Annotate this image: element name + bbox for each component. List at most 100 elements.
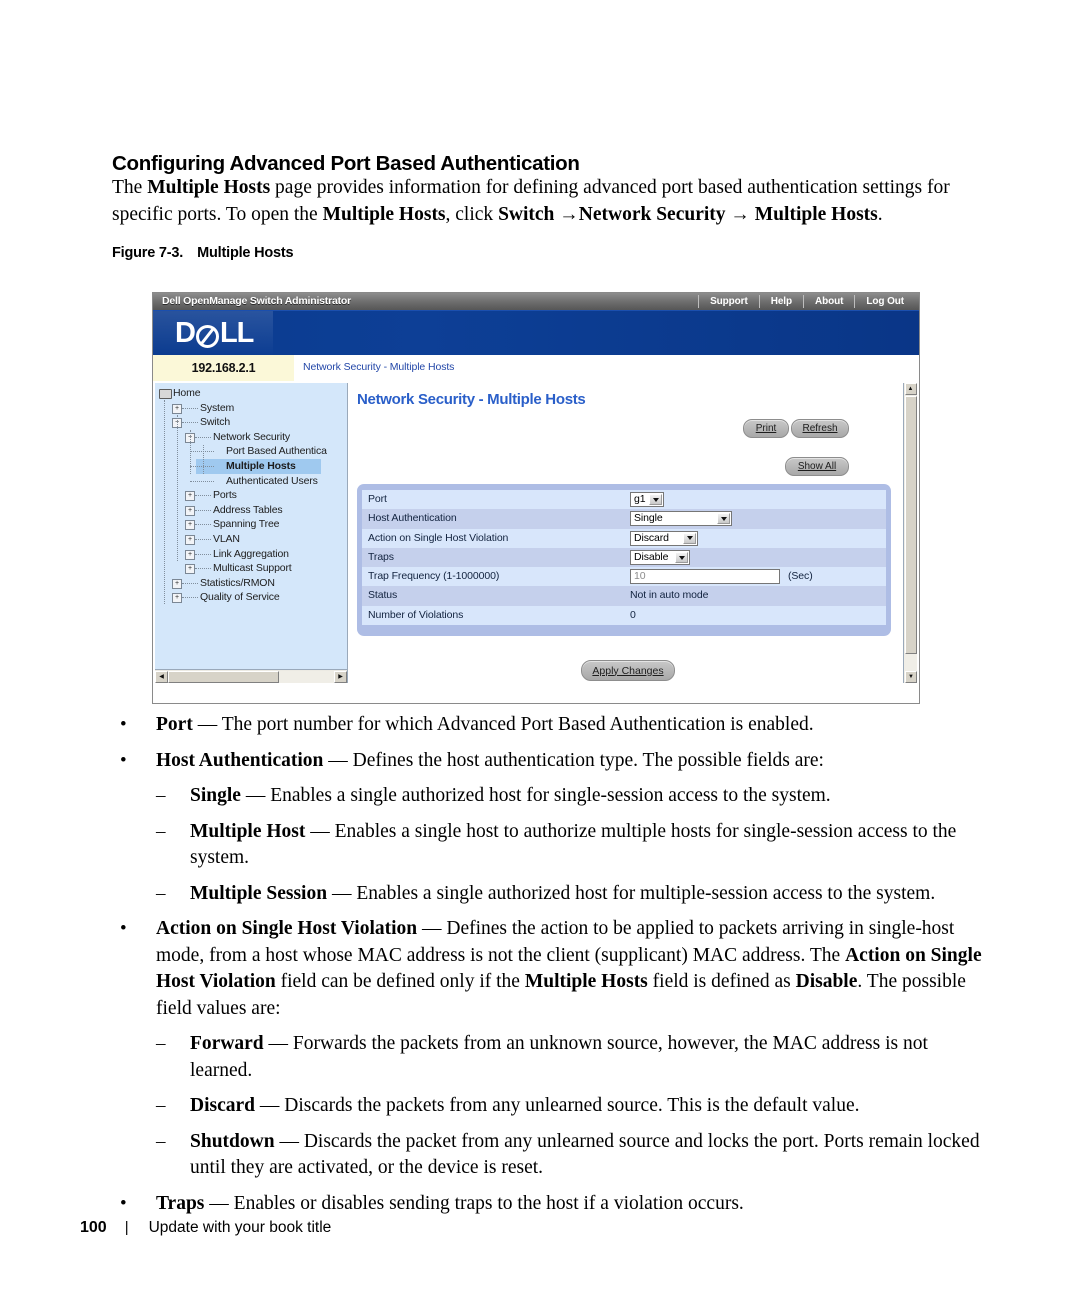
tree-connector-vertical [190, 430, 192, 474]
print-button[interactable]: Print [743, 419, 789, 438]
content-vertical-scrollbar[interactable]: ▲ ▼ [903, 383, 917, 683]
form-row-label: Trap Frequency (1-1000000) [368, 570, 500, 583]
bullet-marker: • [120, 1192, 127, 1214]
form-row: Status Not in auto mode [362, 586, 886, 606]
show-all-button[interactable]: Show All [785, 457, 849, 476]
tree-connector-vertical [164, 400, 166, 604]
select-action-on-single-host-violation[interactable]: Discard [630, 530, 698, 546]
dell-logo-d: D [175, 317, 196, 349]
tree-item-home[interactable]: Home [155, 386, 347, 401]
tree-item-authenticated-users[interactable]: Authenticated Users [155, 474, 347, 489]
expand-plus-icon[interactable]: + [185, 520, 195, 531]
bullet-marker: • [120, 714, 127, 735]
tree-item-vlan[interactable]: + VLAN [155, 532, 347, 547]
link-about[interactable]: About [802, 295, 854, 308]
expand-plus-icon[interactable]: + [172, 578, 182, 589]
page-footer: 100 | Update with your book title [80, 1219, 331, 1237]
select-traps[interactable]: Disable [630, 550, 690, 566]
bullet-text: Shutdown — Discards the packet from any … [190, 1130, 980, 1179]
form-row-label: Port [368, 493, 387, 505]
tree-item-label: Home [173, 387, 201, 399]
bullet-text: Traps — Enables or disables sending trap… [156, 1192, 744, 1214]
tree-item-label: System [200, 401, 235, 414]
tree-item-port-based-authentica[interactable]: Port Based Authentica [155, 444, 347, 459]
chevron-down-icon[interactable] [717, 513, 730, 525]
link-support[interactable]: Support [698, 295, 759, 308]
tree-item-multiple-hosts[interactable]: Multiple Hosts [155, 458, 347, 474]
tree-connector [195, 509, 211, 512]
page-title: Configuring Advanced Port Based Authenti… [112, 151, 580, 175]
expand-plus-icon[interactable]: + [185, 534, 195, 545]
sub-bullet-item: – Multiple Session — Enables a single aut… [112, 881, 982, 908]
expand-plus-icon[interactable]: + [185, 491, 195, 502]
select-value: Disable [634, 550, 669, 563]
tree-item-statistics-rmon[interactable]: + Statistics/RMON [155, 576, 347, 591]
scroll-down-arrow-icon[interactable]: ▼ [905, 671, 917, 683]
chevron-down-icon[interactable] [675, 552, 688, 564]
select-port[interactable]: g1 [630, 492, 664, 508]
bullet-marker: – [156, 1095, 166, 1116]
tree-hscroll-track[interactable] [279, 670, 334, 683]
form-row: Action on Single Host Violation Discard [362, 528, 886, 548]
tree-connector [190, 451, 214, 453]
tree-connector-vertical [203, 445, 205, 474]
dell-logo: D LL [175, 317, 254, 349]
document-page: Configuring Advanced Port Based Authenti… [0, 0, 1080, 1296]
tree-horizontal-scrollbar[interactable]: ◀ ▶ [155, 669, 347, 683]
tree-hscroll-thumb[interactable] [168, 670, 279, 683]
tree-item-quality-of-service[interactable]: + Quality of Service [155, 590, 347, 605]
footer-page-number: 100 [80, 1219, 107, 1236]
dell-logo-ll: LL [219, 317, 254, 349]
tree-item-label: Authenticated Users [226, 474, 318, 487]
tree-item-spanning-tree[interactable]: + Spanning Tree [155, 517, 347, 532]
figure-caption-number: Figure 7-3. [112, 245, 184, 261]
input-trap-frequency[interactable]: 10 [630, 569, 780, 585]
form-row-label: Traps [368, 550, 394, 563]
app-title-bar: Dell OpenManage Switch Administrator Sup… [153, 293, 919, 310]
expand-plus-icon[interactable]: + [185, 505, 195, 516]
expand-plus-icon[interactable]: + [185, 564, 195, 575]
scroll-right-arrow-icon[interactable]: ▶ [334, 670, 347, 683]
tree-item-label: Network Security [213, 430, 290, 443]
tree-item-multicast-support[interactable]: + Multicast Support [155, 561, 347, 576]
expand-plus-icon[interactable]: + [172, 593, 182, 604]
bullet-item: • Host Authentication — Defines the host … [112, 748, 982, 775]
bullet-marker: – [156, 820, 166, 842]
link-help[interactable]: Help [758, 295, 803, 308]
app-title: Dell OpenManage Switch Administrator [162, 295, 352, 307]
tree-connector [195, 538, 211, 541]
tree-connector [182, 407, 198, 410]
dell-brand-band: D LL [153, 310, 919, 356]
chevron-down-icon[interactable] [683, 532, 696, 544]
sub-bullet-item: – Shutdown — Discards the packet from any… [112, 1129, 982, 1182]
form-row-value: Disable [630, 548, 690, 567]
tree-item-label: Multiple Hosts [226, 459, 296, 472]
apply-changes-button[interactable]: Apply Changes [581, 660, 675, 681]
content-vscroll-thumb[interactable] [905, 396, 917, 654]
expand-plus-icon[interactable]: + [172, 403, 182, 414]
scroll-up-arrow-icon[interactable]: ▲ [904, 383, 917, 395]
chevron-down-icon[interactable] [649, 494, 662, 506]
navigation-tree[interactable]: Home + System − Switch − Network Security Port … [155, 383, 348, 683]
tree-item-label: Switch [200, 416, 231, 429]
tree-item-system[interactable]: + System [155, 401, 347, 416]
tree-item-network-security[interactable]: − Network Security [155, 430, 347, 445]
tree-item-switch[interactable]: − Switch [155, 415, 347, 430]
bullet-marker: – [156, 1130, 166, 1152]
form-row-value: 10 (Sec) [630, 567, 813, 586]
input-unit-label: (Sec) [788, 570, 813, 583]
folder-icon [159, 389, 172, 399]
figure-caption-title: Multiple Hosts [197, 245, 294, 261]
link-log-out[interactable]: Log Out [854, 295, 915, 308]
form-row-value: Single [630, 509, 732, 528]
refresh-button[interactable]: Refresh [791, 419, 849, 438]
expand-plus-icon[interactable]: + [185, 549, 195, 560]
form-row-label: Status [368, 589, 398, 602]
select-host-authentication[interactable]: Single [630, 511, 732, 527]
scroll-left-arrow-icon[interactable]: ◀ [155, 670, 168, 683]
tree-item-address-tables[interactable]: + Address Tables [155, 503, 347, 518]
tree-item-label: Ports [213, 489, 237, 502]
tree-item-ports[interactable]: + Ports [155, 488, 347, 503]
bullet-item: • Port — The port number for which Advanc… [112, 712, 982, 739]
tree-item-link-aggregation[interactable]: + Link Aggregation [155, 547, 347, 562]
